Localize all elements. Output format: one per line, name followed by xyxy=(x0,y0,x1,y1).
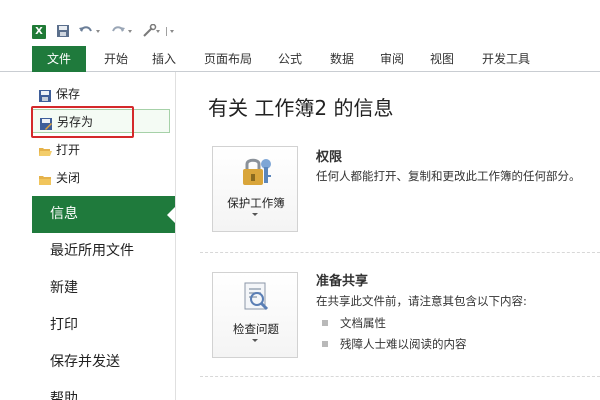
info-pane: 有关 工作簿2 的信息 保护工作簿 权限 任何人都能打开、复制和更改此工作簿的任… xyxy=(176,72,600,400)
ribbon-tabs: 文件 开始 插入 页面布局 公式 数据 审阅 视图 开发工具 xyxy=(0,46,600,72)
folder-close-icon xyxy=(38,171,52,185)
nav-new[interactable]: 新建 xyxy=(32,270,175,307)
prepare-sharing-description: 在共享此文件前，请注意其包含以下内容: xyxy=(316,294,527,308)
quick-access-toolbar: X xyxy=(0,0,600,46)
section-divider xyxy=(200,376,600,377)
protect-workbook-button[interactable]: 保护工作簿 xyxy=(212,146,298,232)
save-command[interactable]: 保存 xyxy=(32,82,170,106)
section-divider xyxy=(200,252,600,253)
open-command-label: 打开 xyxy=(56,143,81,157)
list-item: 残障人士难以阅读的内容 xyxy=(316,336,467,352)
save-as-highlight xyxy=(31,106,134,138)
close-command-label: 关闭 xyxy=(56,171,81,185)
save-command-label: 保存 xyxy=(56,87,81,101)
permissions-heading: 权限 xyxy=(316,150,343,165)
nav-help[interactable]: 帮助 xyxy=(32,381,175,400)
open-command[interactable]: 打开 xyxy=(32,138,170,162)
tab-insert[interactable]: 插入 xyxy=(146,46,182,72)
lock-key-icon xyxy=(243,158,271,185)
page-title: 有关 工作簿2 的信息 xyxy=(208,96,394,120)
tab-developer[interactable]: 开发工具 xyxy=(476,46,536,72)
nav-save-send[interactable]: 保存并发送 xyxy=(32,344,175,381)
prepare-sharing-heading: 准备共享 xyxy=(316,274,369,289)
tab-data[interactable]: 数据 xyxy=(324,46,360,72)
nav-recent[interactable]: 最近所用文件 xyxy=(32,233,175,270)
tab-file[interactable]: 文件 xyxy=(32,46,86,72)
inspect-document-icon xyxy=(244,282,269,311)
chevron-down-icon xyxy=(252,213,258,216)
nav-info[interactable]: 信息 xyxy=(32,196,176,233)
excel-logo-icon: X xyxy=(32,25,46,39)
tab-view[interactable]: 视图 xyxy=(424,46,460,72)
nav-print[interactable]: 打印 xyxy=(32,307,175,344)
undo-icon[interactable] xyxy=(78,24,102,40)
redo-icon[interactable] xyxy=(110,24,134,40)
list-item: 文档属性 xyxy=(316,315,386,331)
tab-formulas[interactable]: 公式 xyxy=(272,46,308,72)
tab-review[interactable]: 审阅 xyxy=(374,46,410,72)
chevron-down-icon xyxy=(252,339,258,342)
protect-workbook-label: 保护工作簿 xyxy=(227,196,285,210)
folder-open-icon xyxy=(38,143,52,157)
check-issues-button[interactable]: 检查问题 xyxy=(212,272,298,358)
permissions-description: 任何人都能打开、复制和更改此工作簿的任何部分。 xyxy=(316,169,581,183)
customize-icon[interactable] xyxy=(142,23,178,40)
save-icon xyxy=(38,87,52,102)
save-icon[interactable] xyxy=(56,24,70,40)
tab-page-layout[interactable]: 页面布局 xyxy=(198,46,258,72)
close-command[interactable]: 关闭 xyxy=(32,166,170,190)
check-issues-label: 检查问题 xyxy=(233,322,279,336)
tab-home[interactable]: 开始 xyxy=(98,46,134,72)
